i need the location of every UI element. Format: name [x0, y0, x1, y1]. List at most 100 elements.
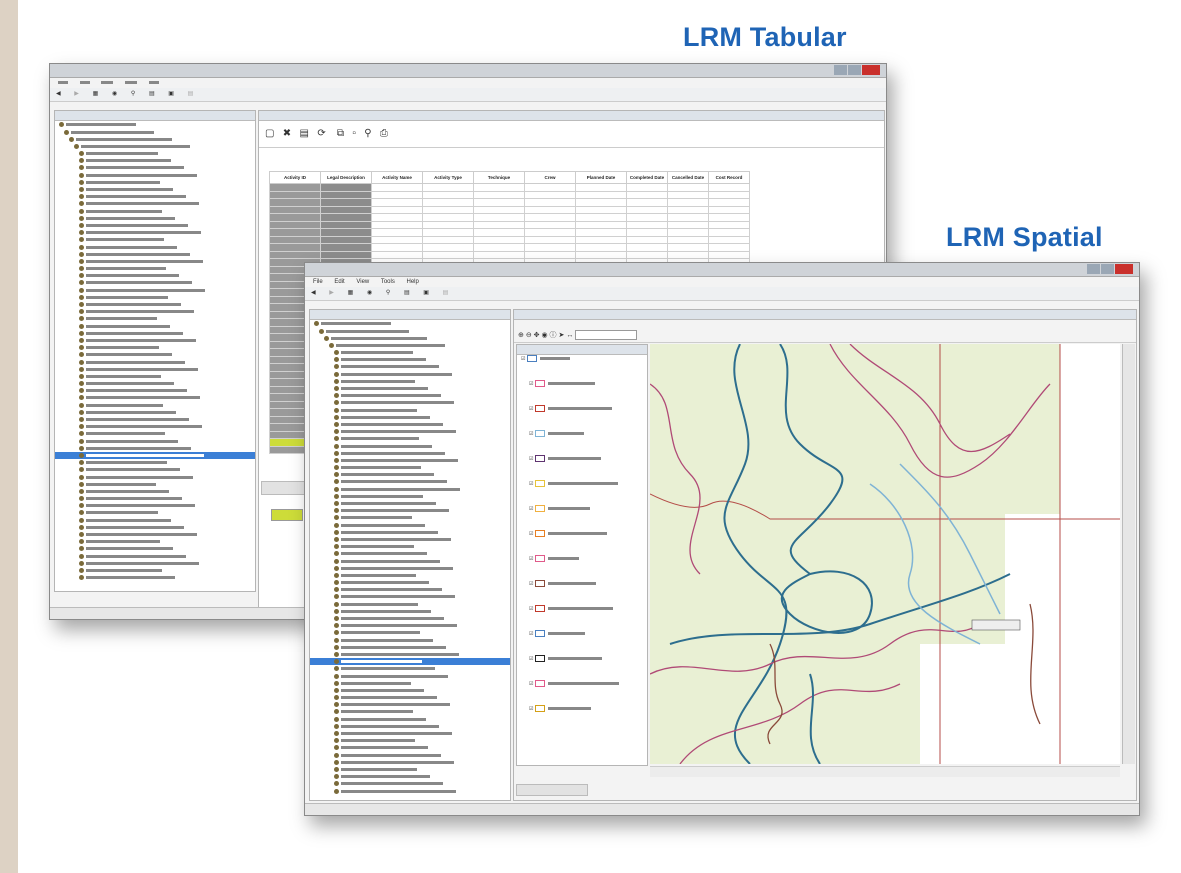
table-cell[interactable] [269, 235, 321, 244]
tree-node[interactable] [310, 615, 510, 622]
delete-icon[interactable]: ✖ [283, 128, 291, 139]
tree-node[interactable] [55, 193, 255, 200]
table-cell[interactable] [667, 220, 709, 229]
table-cell[interactable] [575, 243, 627, 252]
tree-node[interactable] [55, 164, 255, 171]
tree-node[interactable] [55, 524, 255, 531]
tree-node[interactable] [55, 373, 255, 380]
tree-node[interactable] [310, 766, 510, 773]
tree-node[interactable] [310, 457, 510, 464]
table-cell[interactable] [473, 190, 525, 199]
tree-node[interactable] [310, 744, 510, 751]
table-cell[interactable] [626, 205, 668, 214]
menu-help[interactable] [148, 81, 159, 84]
tree-node[interactable] [310, 564, 510, 571]
tree-node[interactable] [55, 567, 255, 574]
tree-node[interactable] [310, 493, 510, 500]
layer-item[interactable]: ☑ [521, 605, 647, 613]
layer-item[interactable]: ☑ [521, 630, 647, 638]
tree-node[interactable] [310, 694, 510, 701]
table-cell[interactable] [371, 198, 423, 207]
table-cell[interactable] [473, 198, 525, 207]
tree-node[interactable] [310, 370, 510, 377]
menu-tools[interactable] [125, 81, 138, 84]
table-cell[interactable] [320, 213, 372, 222]
tree-node[interactable] [55, 308, 255, 315]
menu-edit[interactable]: Edit [334, 279, 344, 285]
table-cell[interactable] [422, 198, 474, 207]
table-cell[interactable] [320, 235, 372, 244]
tree-node[interactable] [55, 207, 255, 214]
close-icon[interactable] [1115, 264, 1133, 274]
tree-node[interactable] [310, 543, 510, 550]
tree-node[interactable] [310, 787, 510, 794]
tree-node[interactable] [310, 586, 510, 593]
tree-node[interactable] [55, 423, 255, 430]
layer-item[interactable]: ☑ [521, 455, 647, 463]
tree-node[interactable] [310, 550, 510, 557]
table-cell[interactable] [269, 228, 321, 237]
copy-icon[interactable]: ⧉ [337, 128, 344, 139]
tree-node[interactable] [310, 636, 510, 643]
table-row[interactable] [269, 205, 750, 214]
back-icon[interactable]: ◀ [311, 290, 316, 296]
table-cell[interactable] [422, 243, 474, 252]
table-cell[interactable] [422, 228, 474, 237]
tree-node[interactable] [310, 687, 510, 694]
find-icon[interactable]: ⚲ [364, 128, 371, 139]
table-cell[interactable] [667, 250, 709, 259]
layer-list[interactable]: ☑ ☑ ☑ ☑ ☑ ☑ ☑ ☑ ☑ ☑ ☑ ☑ ☑ ☑ ☑ [517, 355, 647, 730]
tree-node[interactable] [310, 715, 510, 722]
tree-node[interactable] [310, 643, 510, 650]
tree-node[interactable] [310, 701, 510, 708]
table-row[interactable] [269, 183, 750, 192]
tree-node[interactable] [310, 514, 510, 521]
column-header[interactable]: Crew [524, 171, 576, 184]
table-cell[interactable] [371, 250, 423, 259]
tree-node[interactable] [55, 509, 255, 516]
tree-node[interactable] [310, 536, 510, 543]
table-cell[interactable] [524, 198, 576, 207]
tree-node[interactable] [55, 135, 255, 142]
table-cell[interactable] [575, 250, 627, 259]
tree-node[interactable] [310, 406, 510, 413]
zoom-in-icon[interactable]: ⊕ [518, 332, 524, 339]
table-cell[interactable] [473, 243, 525, 252]
tree-node[interactable] [310, 471, 510, 478]
tree-node[interactable] [55, 315, 255, 322]
table-cell[interactable] [320, 220, 372, 229]
tree-node[interactable] [310, 507, 510, 514]
print-icon[interactable]: ⎙ [380, 128, 388, 139]
table-cell[interactable] [371, 243, 423, 252]
table-cell[interactable] [667, 228, 709, 237]
tree-node[interactable] [55, 488, 255, 495]
tree-node[interactable] [310, 773, 510, 780]
table-row[interactable] [269, 243, 750, 252]
table-row[interactable] [269, 228, 750, 237]
refresh-icon[interactable]: ⟳ [317, 128, 325, 139]
paste-icon[interactable]: ▫ [352, 128, 356, 139]
table-cell[interactable] [320, 228, 372, 237]
table-cell[interactable] [626, 213, 668, 222]
table-cell[interactable] [422, 250, 474, 259]
table-cell[interactable] [708, 235, 750, 244]
layer-item[interactable]: ☑ [521, 355, 647, 363]
tree-node[interactable] [55, 286, 255, 293]
measure-icon[interactable]: ↔ [566, 332, 573, 339]
tree-node[interactable] [55, 416, 255, 423]
tree-node[interactable] [55, 200, 255, 207]
new-icon[interactable]: ▢ [265, 128, 274, 139]
parcel-tree[interactable] [310, 320, 510, 794]
table-cell[interactable] [524, 183, 576, 192]
tree-node[interactable] [55, 279, 255, 286]
tree-node[interactable] [55, 301, 255, 308]
tree-node[interactable] [55, 459, 255, 466]
table-row[interactable] [269, 220, 750, 229]
tree-node[interactable] [310, 385, 510, 392]
tree-node[interactable] [310, 593, 510, 600]
table-cell[interactable] [708, 243, 750, 252]
tree-node[interactable] [55, 236, 255, 243]
tree-node[interactable] [310, 780, 510, 787]
tree-node[interactable] [310, 730, 510, 737]
tree-node[interactable] [55, 337, 255, 344]
